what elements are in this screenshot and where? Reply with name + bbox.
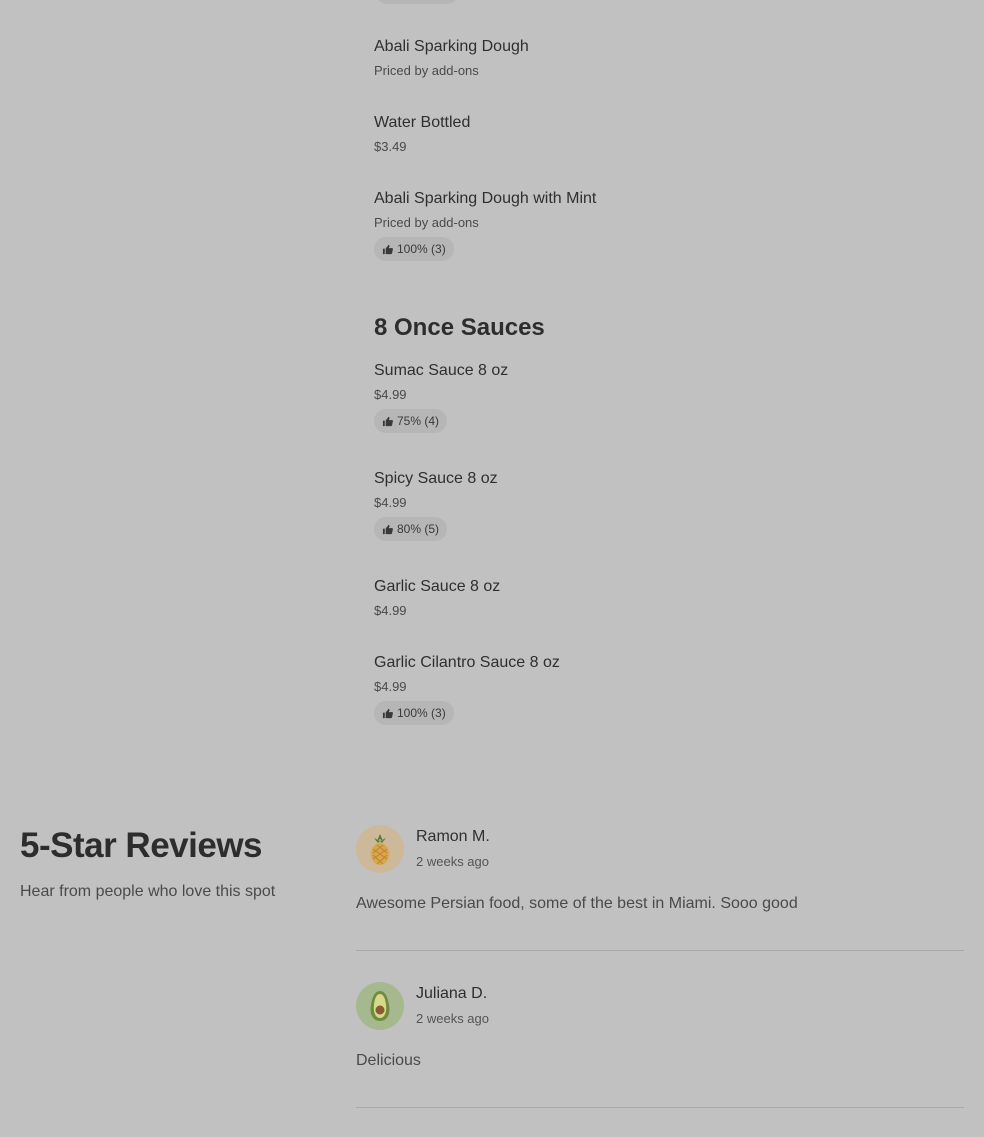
item-price: Priced by add-ons	[374, 215, 479, 230]
reviews-subtitle: Hear from people who love this spot	[20, 883, 276, 900]
menu-item[interactable]: Abali Sparking Dough Priced by add-ons	[374, 38, 529, 78]
item-price: Priced by add-ons	[374, 63, 479, 78]
review-card: Juliana D. 2 weeks ago Delicious	[356, 982, 964, 1108]
review-card: Ramon M. 2 weeks ago Awesome Persian foo…	[356, 825, 964, 951]
item-name: Garlic Cilantro Sauce 8 oz	[374, 654, 560, 671]
thumbs-up-icon	[382, 416, 393, 426]
menu-item[interactable]: Spicy Sauce 8 oz $4.99 80% (5)	[374, 470, 498, 541]
item-price: $3.49	[374, 139, 407, 154]
rating-badge: 100% (3)	[374, 701, 454, 725]
rating-text: 80% (5)	[397, 522, 440, 536]
rating-badge: 75% (4)	[374, 409, 448, 433]
reviewer-name: Juliana D.	[416, 985, 488, 1002]
review-time: 2 weeks ago	[416, 854, 489, 869]
rating-badge: 80% (5)	[374, 517, 448, 541]
thumbs-up-icon	[382, 708, 393, 718]
menu-item[interactable]: Garlic Cilantro Sauce 8 oz $4.99 100% (3…	[374, 654, 560, 725]
divider	[356, 1107, 964, 1108]
avatar	[356, 982, 404, 1030]
thumbs-up-icon	[382, 524, 393, 534]
rating-text: 100% (3)	[397, 706, 446, 720]
review-text: Delicious	[356, 1052, 421, 1069]
item-name: Garlic Sauce 8 oz	[374, 578, 501, 595]
rating-pill-cut-off	[376, 0, 458, 4]
menu-item[interactable]: Water Bottled $3.49	[374, 114, 470, 154]
rating-text: 100% (3)	[397, 242, 446, 256]
menu-item[interactable]: Garlic Sauce 8 oz $4.99	[374, 578, 500, 618]
item-name: Abali Sparking Dough with Mint	[374, 190, 597, 207]
review-time: 2 weeks ago	[416, 1011, 489, 1026]
avatar	[356, 825, 404, 873]
rating-badge: 100% (3)	[374, 237, 454, 261]
avocado-icon	[370, 991, 390, 1021]
item-price: $4.99	[374, 603, 407, 618]
item-price: $4.99	[374, 679, 407, 694]
reviewer-name: Ramon M.	[416, 828, 490, 845]
item-name: Sumac Sauce 8 oz	[374, 362, 509, 379]
thumbs-up-icon	[382, 244, 393, 254]
item-price: $4.99	[374, 495, 407, 510]
section-title-sauces: 8 Once Sauces	[374, 314, 545, 341]
pineapple-icon	[371, 834, 389, 865]
divider	[356, 950, 964, 951]
item-price: $4.99	[374, 387, 407, 402]
menu-item[interactable]: Abali Sparking Dough with Mint Priced by…	[374, 190, 596, 261]
item-name: Abali Sparking Dough	[374, 38, 529, 55]
rating-text: 75% (4)	[397, 414, 440, 428]
item-name: Spicy Sauce 8 oz	[374, 470, 498, 487]
item-name: Water Bottled	[374, 114, 471, 131]
menu-item[interactable]: Sumac Sauce 8 oz $4.99 75% (4)	[374, 362, 508, 433]
reviews-title: 5-Star Reviews	[20, 826, 263, 865]
review-text: Awesome Persian food, some of the best i…	[356, 895, 798, 912]
